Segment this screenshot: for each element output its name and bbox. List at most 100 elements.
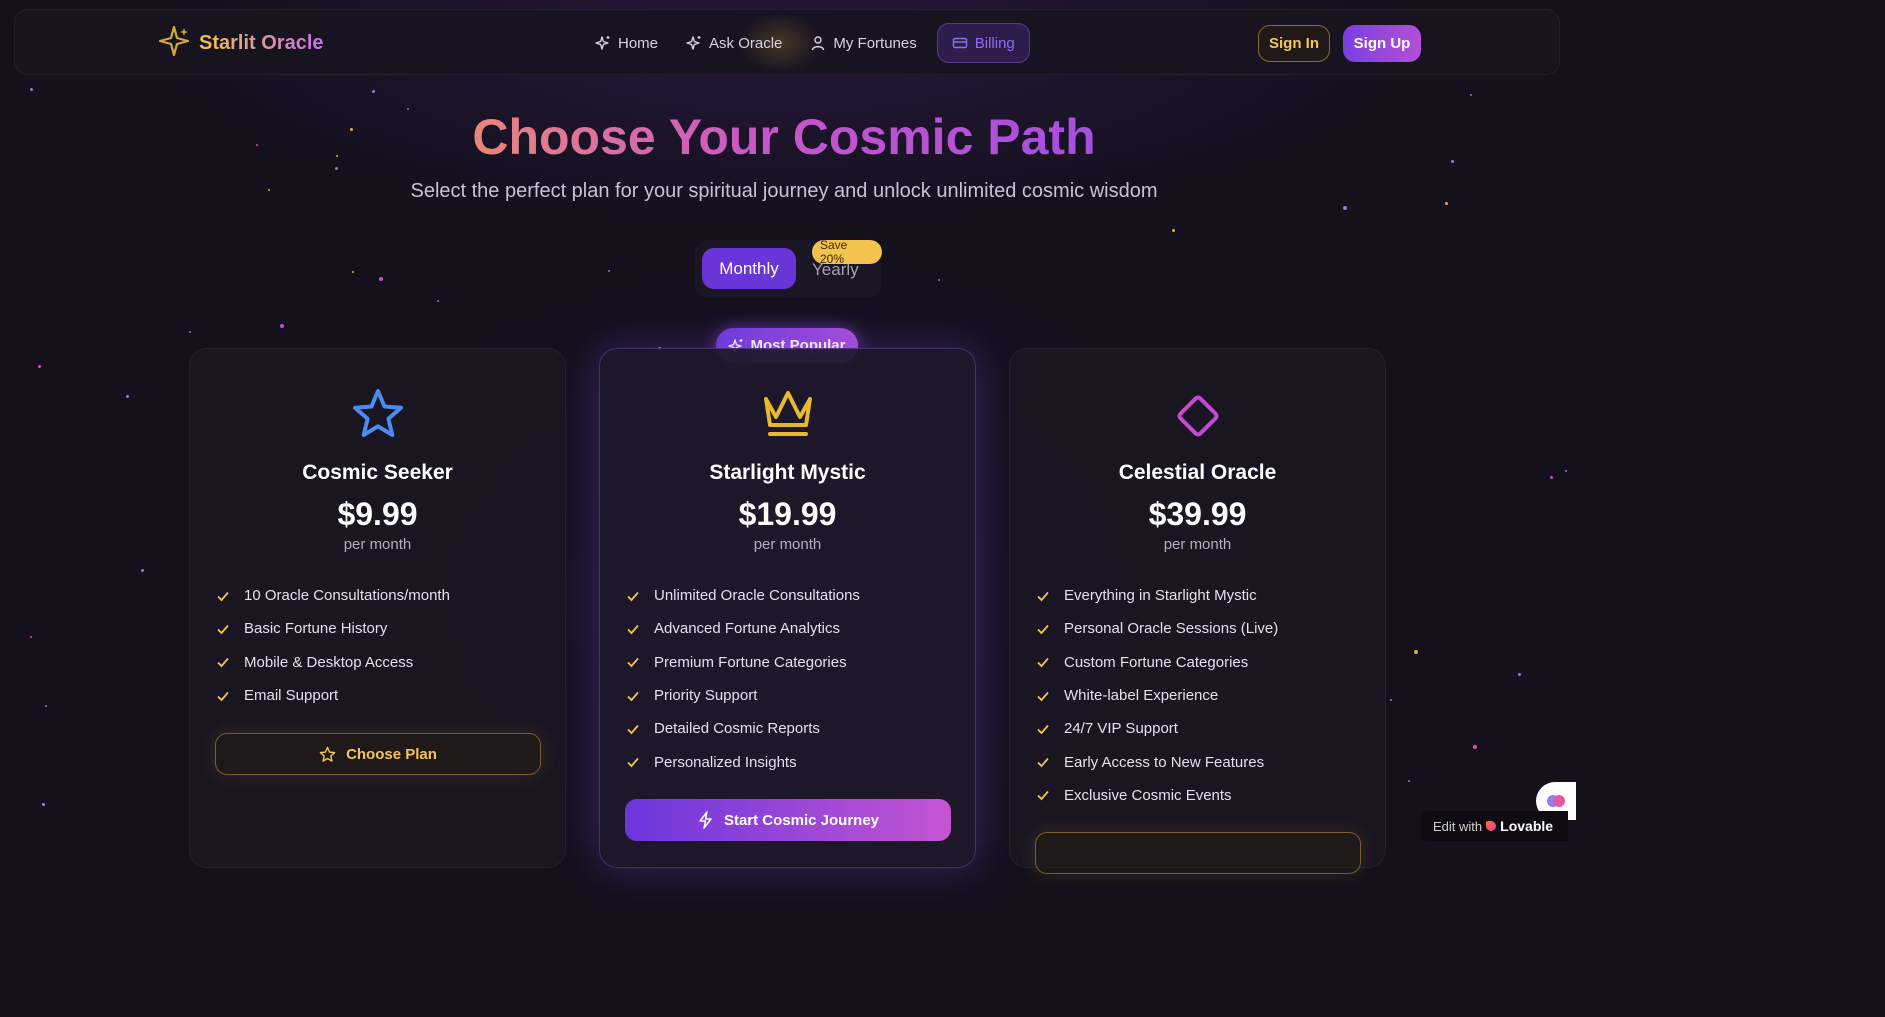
nav-item-label: Billing: [974, 34, 1015, 52]
star-dot: [608, 270, 610, 272]
feature-item: Premium Fortune Categories: [626, 646, 860, 679]
brand-logo[interactable]: Starlit Oracle: [157, 24, 324, 63]
celestial-plan-button[interactable]: [1035, 832, 1361, 874]
plan-card-starlight-mystic: Starlight Mystic $19.99 per month Unlimi…: [599, 348, 976, 868]
plan-period: per month: [1163, 536, 1232, 553]
plan-name: Celestial Oracle: [1118, 461, 1277, 484]
plan-period: per month: [753, 536, 822, 553]
star-dot: [189, 331, 191, 333]
plan-price: $19.99: [738, 496, 837, 532]
diamond-icon: [1010, 387, 1385, 445]
nav-item-ask-oracle[interactable]: Ask Oracle: [672, 23, 796, 63]
sign-up-button[interactable]: Sign Up: [1343, 25, 1421, 62]
check-icon: [1036, 754, 1052, 770]
navbar: Starlit Oracle Home Ask Oracle My Fortun…: [14, 9, 1560, 76]
plan-name: Starlight Mystic: [709, 461, 866, 484]
plan-period: per month: [343, 536, 412, 553]
credit-card-icon: [952, 37, 967, 49]
brand-name: Starlit Oracle: [199, 31, 324, 54]
star-dot: [1565, 470, 1567, 472]
feature-item: Advanced Fortune Analytics: [626, 612, 860, 645]
feature-item: Personalized Insights: [626, 745, 860, 778]
feature-item: Personal Oracle Sessions (Live): [1036, 612, 1278, 645]
star-dot: [1408, 780, 1410, 782]
choose-plan-button[interactable]: Choose Plan: [215, 733, 541, 775]
star-dot: [1473, 745, 1477, 749]
sparkles-icon: [595, 36, 610, 50]
check-icon: [216, 621, 232, 637]
check-icon: [626, 588, 642, 604]
crown-icon: [600, 387, 975, 441]
plan-name: Cosmic Seeker: [302, 461, 453, 484]
star-icon: [190, 387, 565, 443]
check-icon: [626, 654, 642, 670]
sparkles-logo-icon: [157, 24, 191, 63]
plan-price: $9.99: [337, 496, 418, 532]
star-dot: [45, 705, 47, 707]
star-dot: [938, 279, 940, 281]
feature-item: Everything in Starlight Mystic: [1036, 579, 1278, 612]
nav-item-my-fortunes[interactable]: My Fortunes: [796, 23, 930, 63]
star-dot: [280, 324, 284, 328]
check-icon: [626, 688, 642, 704]
edit-with-lovable-badge[interactable]: Edit with Lovable: [1421, 811, 1568, 841]
star-dot: [1550, 476, 1553, 479]
sparkles-icon: [686, 36, 701, 50]
check-icon: [626, 754, 642, 770]
nav-links: Home Ask Oracle My Fortunes Billing: [581, 22, 1030, 64]
check-icon: [1036, 721, 1052, 737]
page-title: Choose Your Cosmic Path: [472, 109, 1096, 165]
lovable-heart-icon: [1486, 821, 1497, 831]
star-dot: [1390, 699, 1392, 701]
star-dot: [352, 271, 354, 273]
feature-list: 10 Oracle Consultations/month Basic Fort…: [216, 579, 450, 712]
billing-period-toggle: Monthly Yearly Save 20%: [694, 238, 882, 298]
star-dot: [126, 395, 129, 398]
feature-item: Mobile & Desktop Access: [216, 646, 450, 679]
feature-item: Early Access to New Features: [1036, 745, 1278, 778]
star-dot: [1470, 94, 1472, 96]
nav-item-label: My Fortunes: [833, 34, 917, 52]
start-cosmic-journey-button[interactable]: Start Cosmic Journey: [625, 799, 951, 841]
feature-list: Everything in Starlight Mystic Personal …: [1036, 579, 1278, 812]
check-icon: [626, 721, 642, 737]
toggle-monthly[interactable]: Monthly: [702, 248, 796, 289]
feature-item: 24/7 VIP Support: [1036, 712, 1278, 745]
feature-item: Exclusive Cosmic Events: [1036, 779, 1278, 812]
feature-item: White-label Experience: [1036, 679, 1278, 712]
feature-item: Email Support: [216, 679, 450, 712]
check-icon: [216, 688, 232, 704]
star-dot: [38, 365, 41, 368]
user-icon: [812, 36, 825, 51]
feature-item: Detailed Cosmic Reports: [626, 712, 860, 745]
star-dot: [42, 803, 45, 806]
star-dot: [1414, 650, 1418, 654]
star-dot: [437, 300, 439, 302]
star-dot: [379, 277, 383, 281]
star-dot: [1172, 229, 1175, 232]
check-icon: [1036, 654, 1052, 670]
star-dot: [1518, 673, 1521, 676]
nav-item-label: Ask Oracle: [709, 34, 783, 52]
star-outline-icon: [319, 746, 336, 762]
sign-in-button[interactable]: Sign In: [1258, 25, 1330, 62]
plan-card-cosmic-seeker: Cosmic Seeker $9.99 per month 10 Oracle …: [189, 348, 566, 868]
star-dot: [335, 167, 338, 170]
check-icon: [1036, 621, 1052, 637]
feature-item: 10 Oracle Consultations/month: [216, 579, 450, 612]
check-icon: [626, 621, 642, 637]
nav-item-label: Home: [618, 34, 659, 52]
feature-item: Unlimited Oracle Consultations: [626, 579, 860, 612]
lovable-prefix: Edit with: [1433, 818, 1483, 834]
check-icon: [1036, 588, 1052, 604]
feature-item: Custom Fortune Categories: [1036, 646, 1278, 679]
nav-item-home[interactable]: Home: [581, 23, 672, 63]
check-icon: [216, 654, 232, 670]
page-subtitle: Select the perfect plan for your spiritu…: [410, 180, 1158, 202]
lovable-name: Lovable: [1500, 818, 1554, 834]
nav-item-billing[interactable]: Billing: [936, 23, 1030, 63]
lightning-icon: [699, 811, 712, 829]
feature-item: Basic Fortune History: [216, 612, 450, 645]
check-icon: [216, 588, 232, 604]
star-dot: [30, 636, 32, 638]
